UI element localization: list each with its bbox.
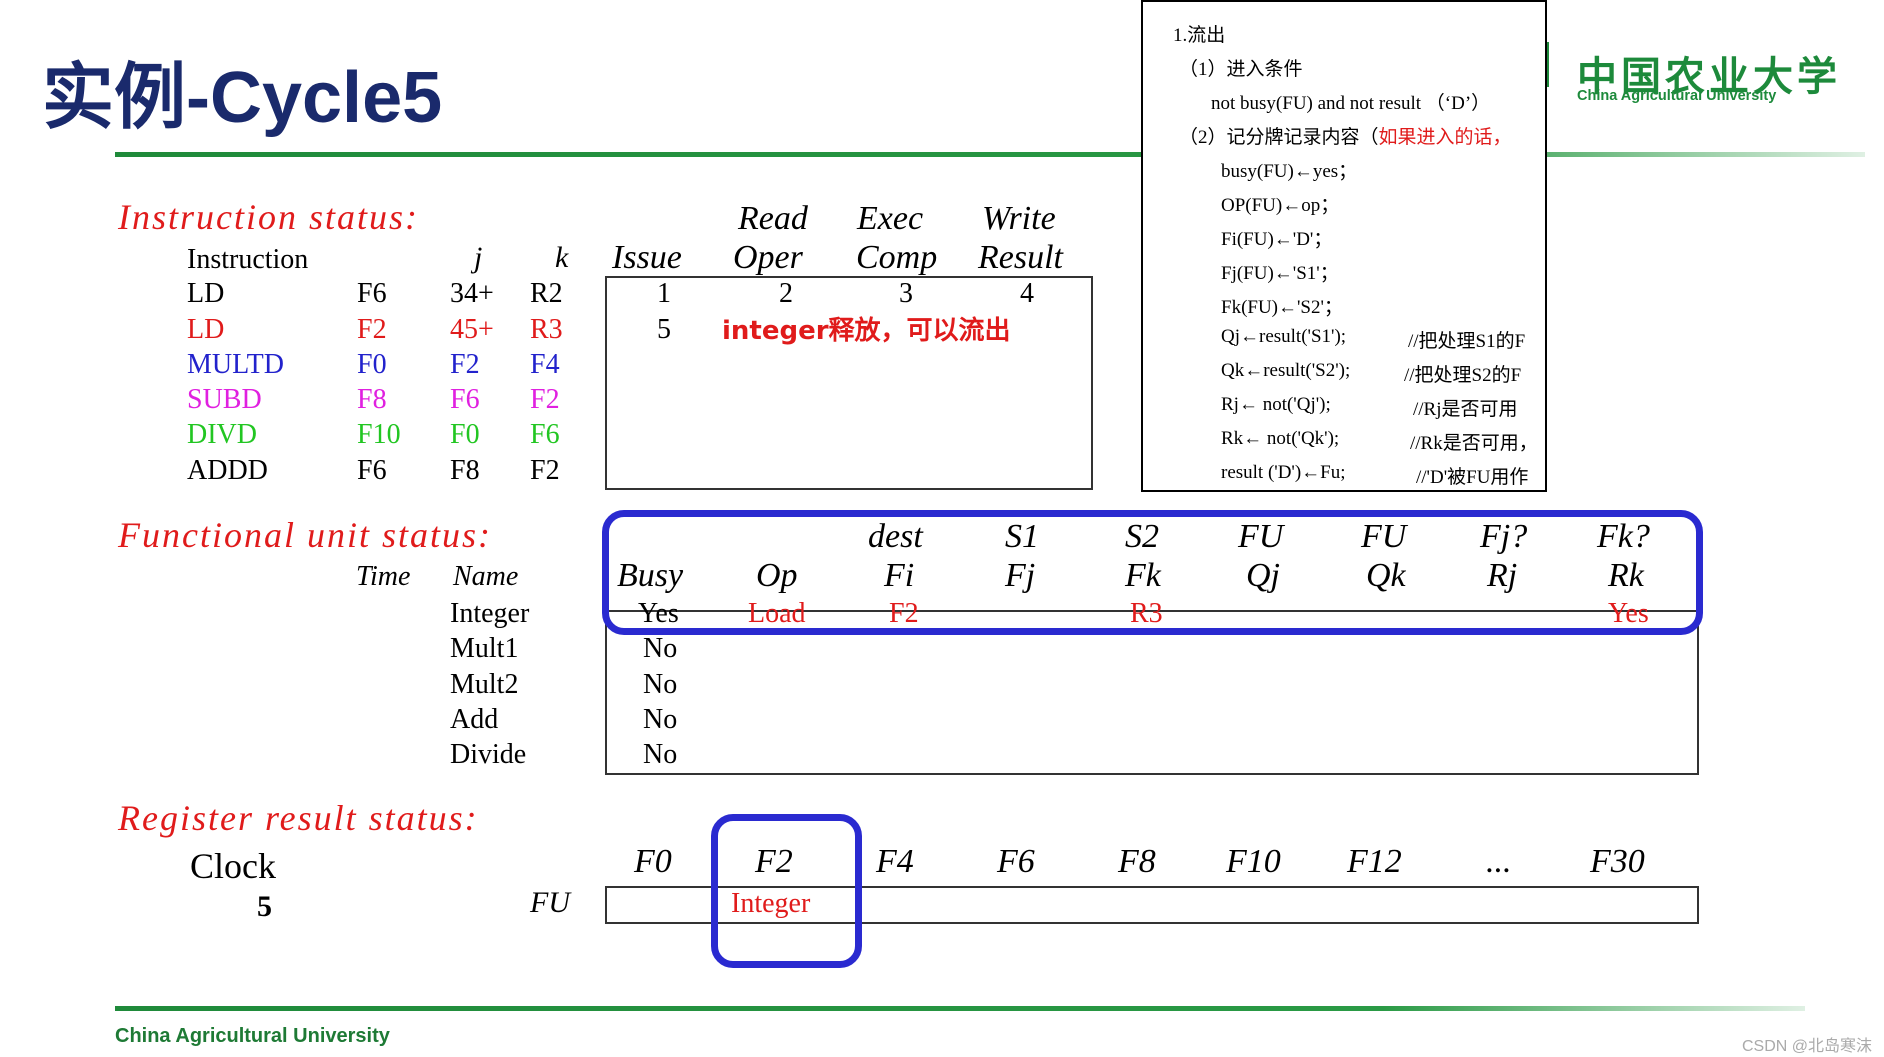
instruction-k: F6 bbox=[530, 419, 560, 450]
clock-label: Clock bbox=[190, 846, 276, 886]
popup-line: Fj(FU)←'S1'； bbox=[1221, 263, 1339, 284]
k-header: k bbox=[555, 241, 569, 274]
instruction-op: MULTD bbox=[187, 349, 284, 380]
watermark: CSDN @北岛寒沫 bbox=[1741, 1038, 1872, 1055]
write-cycle: 4 bbox=[1020, 278, 1034, 309]
register-ellipsis: ... bbox=[1486, 843, 1512, 880]
register-f10: F10 bbox=[1226, 843, 1281, 880]
register-f12: F12 bbox=[1347, 843, 1402, 880]
register-f30: F30 bbox=[1590, 843, 1645, 880]
instruction-k: F2 bbox=[530, 455, 560, 486]
popup-line: Rj← not('Qj'); bbox=[1221, 394, 1331, 415]
fu-busy: Yes bbox=[638, 598, 679, 629]
exec-header-top: Exec bbox=[857, 200, 924, 237]
fu-fk: R3 bbox=[1130, 598, 1163, 629]
fu-rk: Yes bbox=[1608, 598, 1649, 629]
popup-comment: //Rk是否可用， bbox=[1410, 433, 1538, 454]
popup-line: （1）进入条件 bbox=[1179, 59, 1303, 80]
fu-label: FU bbox=[530, 886, 570, 919]
instruction-dest: F6 bbox=[357, 455, 387, 486]
popup-line: OP(FU)←op； bbox=[1221, 195, 1340, 216]
popup-line: Qj←result('S1'); bbox=[1221, 326, 1347, 347]
fu-fi: F2 bbox=[889, 598, 919, 629]
issue-header: Issue bbox=[612, 239, 682, 276]
header-divider bbox=[115, 152, 1865, 157]
exec-header-bottom: Comp bbox=[856, 239, 938, 276]
issue-cycle: 5 bbox=[657, 314, 671, 345]
instruction-j: 34+ bbox=[450, 278, 494, 309]
logo-english-text: China Agricultural University bbox=[1577, 88, 1777, 104]
popup-line: result ('D')←Fu; bbox=[1221, 462, 1346, 483]
instruction-op: ADDD bbox=[187, 455, 268, 486]
fu-name: Mult1 bbox=[450, 633, 519, 664]
popup-line: busy(FU)←yes； bbox=[1221, 161, 1358, 182]
instruction-dest: F8 bbox=[357, 384, 387, 415]
popup-comment: //把处理S1的F bbox=[1408, 331, 1526, 352]
instruction-dest: F2 bbox=[357, 314, 387, 345]
instruction-k: F2 bbox=[530, 384, 560, 415]
time-header: Time bbox=[356, 561, 411, 592]
functional-unit-status-title: Functional unit status: bbox=[118, 515, 492, 555]
register-f8: F8 bbox=[1118, 843, 1156, 880]
issue-rule-popup: 1.流出 （1）进入条件 not busy(FU) and not result… bbox=[1141, 0, 1547, 492]
j-header: j bbox=[474, 241, 483, 274]
popup-line-highlight: 如果进入的话， bbox=[1378, 127, 1512, 148]
instruction-status-title: Instruction status: bbox=[118, 197, 420, 237]
clock-value: 5 bbox=[257, 890, 272, 923]
popup-line: （2）记分牌记录内容（如果进入的话， bbox=[1179, 122, 1512, 149]
instruction-k: R2 bbox=[530, 278, 563, 309]
fu-name: Divide bbox=[450, 739, 527, 770]
footer-text: China Agricultural University bbox=[115, 1025, 390, 1047]
instruction-op: LD bbox=[187, 278, 225, 309]
popup-line: Qk←result('S2'); bbox=[1221, 360, 1351, 381]
popup-line: Rk← not('Qk'); bbox=[1221, 428, 1340, 449]
f2-highlight bbox=[711, 814, 862, 968]
register-f6: F6 bbox=[997, 843, 1035, 880]
fu-name: Integer bbox=[450, 598, 530, 629]
issue-cycle: 1 bbox=[657, 278, 671, 309]
integer-release-note: integer释放，可以流出 bbox=[722, 316, 1011, 346]
popup-comment: //'D'被FU用作 bbox=[1416, 467, 1529, 488]
popup-comment: //Rj是否可用 bbox=[1413, 399, 1518, 420]
instruction-k: R3 bbox=[530, 314, 563, 345]
fu-name: Add bbox=[450, 704, 499, 735]
slide-title: 实例-Cycle5 bbox=[42, 58, 443, 138]
read-header-bottom: Oper bbox=[733, 239, 803, 276]
fu-busy: No bbox=[643, 669, 678, 700]
popup-comment: //把处理S2的F bbox=[1404, 365, 1522, 386]
write-header-top: Write bbox=[982, 200, 1056, 237]
register-f4: F4 bbox=[876, 843, 914, 880]
register-f0: F0 bbox=[634, 843, 672, 880]
instruction-j: 45+ bbox=[450, 314, 494, 345]
instruction-j: F8 bbox=[450, 455, 480, 486]
instruction-k: F4 bbox=[530, 349, 560, 380]
exec-cycle: 3 bbox=[899, 278, 913, 309]
instruction-op: LD bbox=[187, 314, 225, 345]
fu-busy: No bbox=[643, 739, 678, 770]
popup-line: Fi(FU)←'D'； bbox=[1221, 229, 1333, 250]
instruction-op: SUBD bbox=[187, 384, 262, 415]
fu-busy: No bbox=[643, 704, 678, 735]
fu-op: Load bbox=[748, 598, 806, 629]
fu-name: Mult2 bbox=[450, 669, 519, 700]
footer-divider bbox=[115, 1006, 1805, 1011]
instruction-dest: F10 bbox=[357, 419, 401, 450]
instruction-j: F6 bbox=[450, 384, 480, 415]
popup-line: 1.流出 bbox=[1173, 25, 1226, 46]
popup-line: not busy(FU) and not result （‘D’） bbox=[1211, 93, 1491, 114]
popup-line: Fk(FU)←'S2'； bbox=[1221, 297, 1343, 318]
write-header-bottom: Result bbox=[978, 239, 1063, 276]
instruction-j: F0 bbox=[450, 419, 480, 450]
instruction-dest: F0 bbox=[357, 349, 387, 380]
instruction-op: DIVD bbox=[187, 419, 257, 450]
register-result-status-title: Register result status: bbox=[118, 798, 479, 838]
popup-line-main: （2）记分牌记录内容（ bbox=[1179, 127, 1379, 148]
fu-busy: No bbox=[643, 633, 678, 664]
name-header: Name bbox=[453, 561, 519, 592]
instruction-header: Instruction bbox=[187, 244, 309, 275]
instruction-dest: F6 bbox=[357, 278, 387, 309]
instruction-j: F2 bbox=[450, 349, 480, 380]
read-header-top: Read bbox=[738, 200, 808, 237]
read-cycle: 2 bbox=[779, 278, 793, 309]
